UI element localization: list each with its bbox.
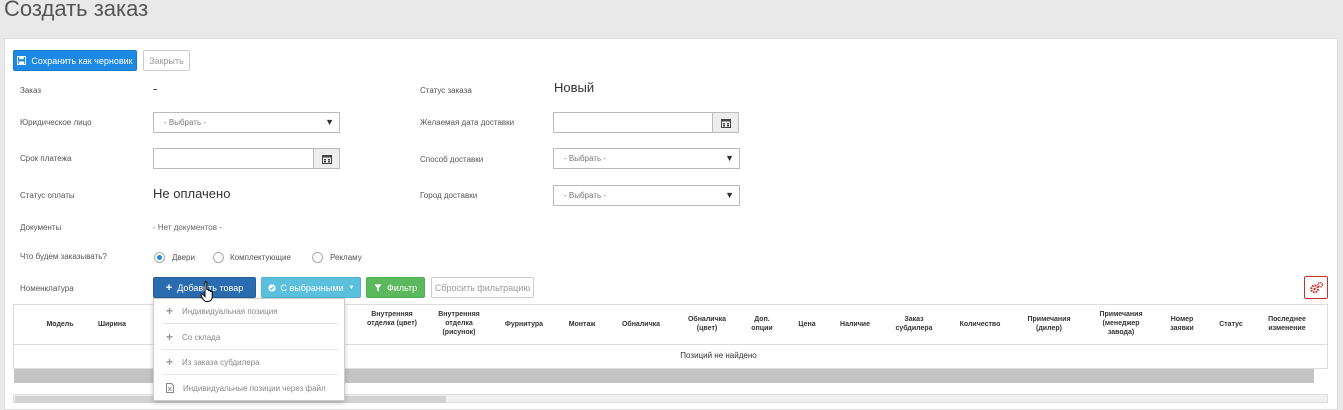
menu-item-label: Из заказа субдилера	[182, 357, 260, 367]
delivery-city-value: - Выбрать -	[564, 191, 606, 200]
payment-status-value: Не оплачено	[153, 186, 231, 201]
radio-doors-label: Двери	[172, 253, 195, 262]
desired-date-input[interactable]	[553, 112, 739, 133]
order-value: -	[153, 81, 158, 96]
menu-divider	[162, 349, 338, 350]
menu-item-from-file[interactable]: Индивидуальные позиции через файл	[154, 377, 344, 399]
payment-status-label: Статус оплаты	[20, 191, 75, 200]
plus-icon: +	[166, 304, 174, 318]
column-header: Количество	[959, 321, 1001, 328]
order-status-value: Новый	[554, 80, 595, 95]
column-header: Статус	[1219, 321, 1243, 328]
delivery-city-select[interactable]: - Выбрать - ▼	[553, 185, 740, 206]
reset-filter-label: Сбросить фильтрацию	[434, 282, 531, 293]
column-header: Внутренняя отделка (цвет)	[367, 311, 417, 327]
add-product-menu: + Индивидуальная позиция + Со склада + И…	[153, 298, 345, 401]
menu-item-label: Индивидуальная позиция	[182, 306, 278, 316]
column-header: Примечания (менеджер завода)	[1099, 311, 1143, 336]
caret-down-icon: ▼	[725, 190, 734, 200]
column-header: Обналичка (цвет)	[687, 316, 727, 332]
calendar-icon	[720, 118, 731, 128]
close-button[interactable]: Закрыть	[143, 50, 190, 71]
menu-item-from-subdealer[interactable]: + Из заказа субдилера	[154, 351, 344, 373]
with-selected-button[interactable]: С выбранными ▼	[261, 277, 361, 298]
plus-icon: +	[166, 330, 174, 344]
filter-icon	[374, 283, 382, 292]
caret-down-icon: ▼	[348, 284, 355, 291]
save-draft-label: Сохранить как черновик	[31, 55, 133, 66]
legal-entity-select[interactable]: - Выбрать - ▼	[153, 112, 340, 133]
menu-item-label: Индивидуальные позиции через файл	[183, 383, 326, 393]
column-header: Наличие	[840, 321, 870, 328]
filter-button[interactable]: Фильтр	[366, 277, 425, 298]
gears-icon	[1309, 281, 1323, 293]
legal-entity-value: - Выбрать -	[164, 118, 206, 127]
column-header: Доп. опции	[751, 316, 773, 332]
nomenclature-label: Номенклатура	[20, 284, 74, 293]
close-label: Закрыть	[149, 55, 184, 66]
column-header: Последнее изменение	[1268, 316, 1306, 332]
radio-advertising[interactable]	[312, 252, 323, 263]
check-circle-icon	[267, 283, 276, 292]
save-draft-button[interactable]: Сохранить как черновик	[13, 50, 137, 71]
calendar-button[interactable]	[712, 113, 738, 132]
plus-icon: +	[165, 281, 173, 294]
column-header: Внутренняя отделка (рисунок)	[438, 311, 480, 336]
documents-value: - Нет документов -	[153, 223, 222, 232]
radio-accessories-label: Комплектующие	[230, 253, 291, 262]
menu-divider	[162, 323, 338, 324]
column-header: Номер заявки	[1170, 316, 1194, 332]
delivery-method-select[interactable]: - Выбрать - ▼	[553, 148, 740, 169]
payment-term-label: Срок платежа	[20, 154, 72, 163]
column-header: Примечания (дилер)	[1027, 316, 1071, 332]
column-header: Заказ субдилера	[895, 316, 933, 332]
caret-down-icon: ▼	[325, 117, 334, 127]
order-label: Заказ	[20, 86, 41, 95]
menu-item-from-stock[interactable]: + Со склада	[154, 326, 344, 348]
table-settings-button[interactable]	[1304, 276, 1328, 299]
excel-file-icon	[166, 383, 174, 393]
menu-item-individual[interactable]: + Индивидуальная позиция	[154, 300, 344, 322]
documents-label: Документы	[20, 223, 62, 232]
desired-date-label: Желаемая дата доставки	[420, 118, 515, 127]
column-header: Монтаж	[568, 321, 596, 328]
filter-label: Фильтр	[386, 282, 418, 293]
delivery-city-label: Город доставки	[420, 191, 478, 200]
plus-icon: +	[166, 355, 174, 369]
radio-doors[interactable]	[154, 252, 165, 263]
caret-down-icon: ▼	[725, 153, 734, 163]
column-header: Цена	[798, 321, 816, 328]
radio-accessories[interactable]	[213, 252, 224, 263]
column-header: Обналичка	[621, 321, 661, 328]
column-header: Ширина	[97, 321, 127, 328]
legal-entity-label: Юридическое лицо	[20, 118, 92, 127]
calendar-button[interactable]	[313, 149, 339, 168]
order-status-label: Статус заказа	[420, 86, 472, 95]
delivery-method-label: Способ доставки	[420, 155, 484, 164]
reset-filter-button[interactable]: Сбросить фильтрацию	[431, 277, 534, 298]
menu-item-label: Со склада	[182, 332, 221, 342]
order-what-label: Что будем заказывать?	[20, 252, 107, 261]
calendar-icon	[321, 154, 332, 164]
page-title: Создать заказ	[4, 0, 149, 21]
floppy-icon	[17, 56, 27, 65]
column-header: Фурнитура	[504, 321, 544, 328]
hand-cursor-icon	[200, 281, 213, 302]
delivery-method-value: - Выбрать -	[564, 154, 606, 163]
column-header: Модель	[46, 321, 74, 328]
menu-divider	[162, 374, 338, 375]
radio-advertising-label: Рекламу	[330, 253, 362, 262]
payment-term-input[interactable]	[153, 148, 340, 169]
with-selected-label: С выбранными	[280, 282, 344, 293]
